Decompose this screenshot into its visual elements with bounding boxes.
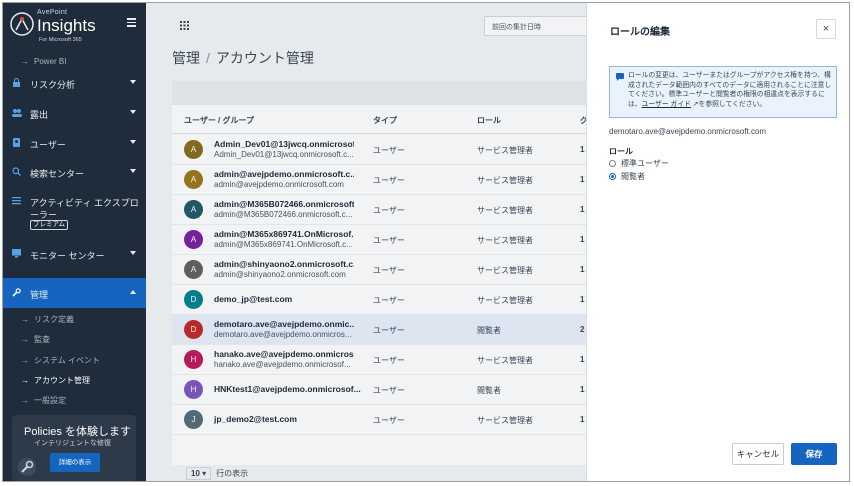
policy-icon [18, 458, 36, 476]
sidebar-sub-risk-def[interactable]: → リスク定義 [21, 314, 74, 325]
panel-email: demotaro.ave@avejpdemo.onmicrosoft.com [609, 127, 767, 136]
sidebar-item-risk[interactable]: リスク分析 [3, 69, 146, 97]
lock-icon [12, 78, 21, 87]
sidebar-sub-label: 一般設定 [34, 396, 66, 405]
info-text: ロールの変更は、ユーザーまたはグループがアクセス権を持つ、構成されたデータ範囲内… [628, 71, 833, 109]
brand-company: AvePoint [37, 9, 68, 16]
role-option-viewer[interactable]: 閲覧者 [609, 171, 645, 182]
chevron-down-icon [130, 110, 136, 114]
chevron-down-icon [130, 140, 136, 144]
sidebar-item-monitor[interactable]: モニター センター [3, 240, 146, 268]
chevron-down-icon [130, 80, 136, 84]
chevron-down-icon [130, 251, 136, 255]
sidebar-sub-label: Power BI [34, 57, 67, 66]
sidebar-item-exposure[interactable]: 露出 [3, 99, 146, 127]
monitor-icon [12, 249, 21, 258]
app-window: AvePoint Insights For Microsoft 365 → Pow… [2, 2, 850, 482]
cancel-button[interactable]: キャンセル [732, 443, 784, 465]
list-icon [12, 196, 21, 205]
chevron-down-icon [130, 169, 136, 173]
chevron-up-icon [130, 290, 136, 294]
sidebar-sub-label: システム イベント [34, 356, 100, 365]
hamburger-menu-icon[interactable] [127, 18, 136, 27]
wrench-icon [12, 288, 21, 297]
sidebar-item-label: ユーザー [30, 140, 66, 150]
sidebar-sub-label: 監査 [34, 335, 50, 344]
panel-title: ロールの編集 [610, 27, 670, 38]
save-button[interactable]: 保存 [791, 443, 837, 465]
users-icon [12, 108, 22, 117]
info-notice: ロールの変更は、ユーザーまたはグループがアクセス権を持つ、構成されたデータ範囲内… [609, 66, 837, 118]
sidebar-sub-audit[interactable]: → 監査 [21, 334, 50, 345]
promo-card: Policies を体験します インテリジェントな修復 詳細の表示 [12, 415, 136, 481]
sidebar-sub-label: アカウント管理 [34, 376, 90, 385]
sidebar-sub-account-mgmt[interactable]: → アカウント管理 [21, 375, 90, 386]
role-option-standard[interactable]: 標準ユーザー [609, 158, 669, 169]
promo-subtitle: インテリジェントな修復 [34, 440, 111, 447]
brand-product: Insights [37, 16, 96, 35]
edit-role-panel: ロールの編集 × ロールの変更は、ユーザーまたはグループがアクセス権を持つ、構成… [586, 3, 849, 481]
sidebar-item-label: モニター センター [30, 251, 105, 261]
sidebar-sub-system-events[interactable]: → システム イベント [21, 355, 100, 366]
premium-badge: プレミアム [30, 220, 69, 230]
user-icon [12, 138, 21, 147]
sidebar-sub-label: リスク定義 [34, 315, 74, 324]
sidebar-item-users[interactable]: ユーザー [3, 129, 146, 157]
radio-label: 閲覧者 [621, 172, 645, 181]
sidebar-item-label: 露出 [30, 110, 49, 120]
sidebar-item-label: 管理 [30, 290, 49, 300]
sidebar-sub-power-bi[interactable]: → Power BI [21, 57, 66, 66]
sidebar-sub-general[interactable]: → 一般設定 [21, 395, 66, 406]
sidebar-item-activity[interactable]: アクティビティ エクスプロ ーラー [3, 187, 146, 235]
chat-info-icon [616, 73, 624, 81]
sidebar-item-label: 検索センター [30, 169, 85, 179]
radio-standard-user[interactable] [609, 160, 616, 167]
promo-title: Policies を体験します [24, 426, 131, 438]
user-guide-link[interactable]: ユーザー ガイド [642, 101, 691, 108]
sidebar-item-search[interactable]: 検索センター [3, 158, 146, 186]
radio-viewer[interactable] [609, 173, 616, 180]
sidebar: AvePoint Insights For Microsoft 365 → Pow… [3, 3, 146, 481]
brand-sub: For Microsoft 365 [39, 37, 82, 43]
sidebar-item-label: リスク分析 [30, 80, 76, 90]
radio-label: 標準ユーザー [621, 159, 669, 168]
role-label: ロール [609, 147, 633, 156]
logo-icon [10, 12, 34, 36]
search-icon [12, 167, 21, 176]
close-button[interactable]: × [816, 19, 836, 39]
info-tail: を参照してください。 [698, 100, 767, 108]
promo-details-button[interactable]: 詳細の表示 [50, 453, 100, 472]
logo: AvePoint Insights For Microsoft 365 [9, 9, 119, 49]
sidebar-item-admin[interactable]: 管理 [3, 278, 146, 308]
external-link-icon: ↗ [690, 100, 699, 108]
